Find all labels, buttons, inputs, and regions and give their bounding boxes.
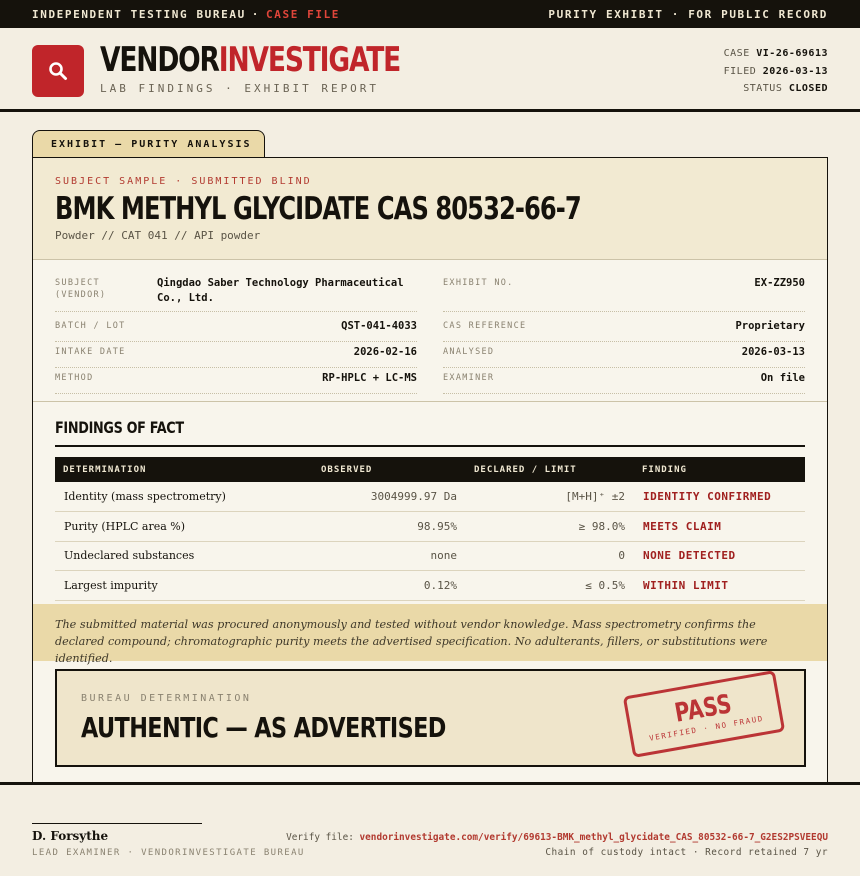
meta-cas-reference: CAS REFERENCE Proprietary (443, 316, 805, 342)
findings-title: FINDINGS OF FACT (55, 418, 184, 437)
case-file-label: CASE FILE (266, 7, 341, 21)
tagline: LAB FINDINGS · EXHIBIT REPORT (100, 82, 380, 95)
column-header: FINDING (634, 457, 805, 482)
meta-value: EX-ZZ950 (754, 277, 805, 289)
meta-key: ANALYSED (443, 347, 495, 357)
table-row: Identity (mass spectrometry) 3004999.97 … (55, 482, 805, 512)
determination-cell: Purity (HPLC area %) (55, 511, 313, 542)
logo[interactable] (32, 45, 84, 97)
product-subline: Powder // CAT 041 // API powder (55, 229, 261, 242)
observed-cell: 3004999.97 Da (313, 482, 466, 512)
verify-link[interactable]: vendorinvestigate.com/verify/69613-BMK_m… (360, 832, 828, 843)
table-row: Undeclared substances none 0 NONE DETECT… (55, 541, 805, 571)
bureau-label: INDEPENDENT TESTING BUREAU (32, 7, 246, 21)
limit-cell: ≥ 98.0% (466, 511, 634, 542)
findings-divider (55, 445, 805, 447)
meta-value: 2026-02-16 (353, 346, 417, 358)
meta-intake: INTAKE DATE 2026-02-16 (55, 342, 417, 368)
meta-value: QST-041-4033 (341, 320, 417, 332)
meta-value: Proprietary (735, 320, 805, 332)
verify-label: Verify file: (286, 832, 354, 843)
verdict-kicker: BUREAU DETERMINATION (81, 693, 252, 704)
examiner-role: LEAD EXAMINER · VENDORINVESTIGATE BUREAU (32, 848, 305, 858)
observed-cell: 98.95% (313, 511, 466, 542)
custody-note: Chain of custody intact · Record retaine… (545, 847, 828, 858)
status-label: STATUS (743, 83, 783, 94)
masthead: VENDORINVESTIGATE LAB FINDINGS · EXHIBIT… (0, 28, 860, 112)
meta-key: INTAKE DATE (55, 347, 126, 357)
limit-cell: [M+H]⁺ ±2 (466, 482, 634, 512)
determination-cell: Largest impurity (55, 570, 313, 601)
filed-label: FILED (723, 65, 757, 77)
meta-analysed: ANALYSED 2026-03-13 (443, 342, 805, 368)
status-badge: CLOSED (788, 83, 828, 94)
meta-key: EXHIBIT NO. (443, 278, 514, 288)
meta-key: CAS REFERENCE (443, 321, 527, 331)
pass-stamp: PASS VERIFIED · NO FRAUD (622, 670, 786, 758)
findings-table: DETERMINATION OBSERVED DECLARED / LIMIT … (55, 457, 805, 601)
subject-header: SUBJECT SAMPLE · SUBMITTED BLIND BMK MET… (33, 158, 827, 260)
examiner-name: D. Forsythe (32, 829, 109, 843)
verify-line: Verify file: vendorinvestigate.com/verif… (286, 832, 828, 843)
verdict-title: AUTHENTIC — AS ADVERTISED (81, 711, 446, 744)
top-bar-left: INDEPENDENT TESTING BUREAU · CASE FILE (32, 8, 340, 21)
table-header-row: DETERMINATION OBSERVED DECLARED / LIMIT … (55, 457, 805, 482)
top-bar-right: PURITY EXHIBIT · FOR PUBLIC RECORD (548, 7, 828, 21)
brand-part-vendor: VENDOR (100, 40, 220, 80)
signature-line (32, 823, 202, 824)
brand-wordmark: VENDORINVESTIGATE (100, 38, 402, 82)
column-header: OBSERVED (313, 457, 466, 482)
top-bar: INDEPENDENT TESTING BUREAU · CASE FILE PUR… (0, 0, 860, 28)
table-row: Purity (HPLC area %) 98.95% ≥ 98.0% MEET… (55, 511, 805, 542)
filed-line: FILED 2026-03-13 (724, 63, 828, 81)
column-header: DECLARED / LIMIT (466, 457, 634, 482)
column-header: DETERMINATION (55, 457, 313, 482)
observed-cell: 0.12% (313, 570, 466, 601)
case-line: CASE VI-26-69613 (724, 45, 828, 63)
subject-kicker: SUBJECT SAMPLE · SUBMITTED BLIND (55, 176, 312, 187)
verdict-box: BUREAU DETERMINATION AUTHENTIC — AS ADVE… (55, 669, 806, 767)
meta-key: BATCH / LOT (55, 321, 126, 331)
meta-value: On file (760, 372, 805, 384)
meta-key: SUBJECT (VENDOR) (55, 278, 107, 300)
case-metadata: CASE VI-26-69613 FILED 2026-03-13 STATUS… (724, 45, 828, 98)
finding-cell: WITHIN LIMIT (634, 570, 805, 601)
magnifier-icon (49, 62, 67, 80)
product-title: BMK METHYL GLYCIDATE CAS 80532-66-7 (55, 191, 582, 227)
limit-cell: 0 (466, 541, 634, 571)
meta-batch: BATCH / LOT QST-041-4033 (55, 316, 417, 342)
meta-value: 2026-03-13 (741, 346, 805, 358)
meta-key: METHOD (55, 373, 94, 383)
meta-exhibit-no: EXHIBIT NO. EX-ZZ950 (443, 273, 805, 312)
exhibit-tab[interactable]: EXHIBIT — PURITY ANALYSIS (32, 130, 265, 158)
finding-cell: NONE DETECTED (634, 541, 805, 571)
top-bar-separator: · (251, 7, 261, 21)
footer-divider (0, 782, 860, 785)
status-line: STATUS CLOSED (724, 80, 828, 98)
exhibit-panel: SUBJECT SAMPLE · SUBMITTED BLIND BMK MET… (32, 157, 828, 783)
brand-part-investigate: INVESTIGATE (218, 40, 402, 80)
limit-cell: ≤ 0.5% (466, 570, 634, 601)
determination-cell: Identity (mass spectrometry) (55, 482, 313, 512)
case-label: CASE (723, 48, 750, 59)
metadata-grid: SUBJECT (VENDOR) Qingdao Saber Technolog… (33, 260, 827, 402)
case-number: VI-26-69613 (756, 48, 828, 59)
meta-method: METHOD RP-HPLC + LC-MS (55, 368, 417, 394)
meta-key: EXAMINER (443, 373, 495, 383)
meta-value: Qingdao Saber Technology Pharmaceutical … (157, 277, 404, 304)
filed-date: 2026-03-13 (762, 65, 828, 77)
meta-subject: SUBJECT (VENDOR) Qingdao Saber Technolog… (55, 273, 417, 312)
finding-cell: MEETS CLAIM (634, 511, 805, 542)
observed-cell: none (313, 541, 466, 571)
narrative-summary: The submitted material was procured anon… (33, 604, 827, 665)
meta-value: RP-HPLC + LC-MS (322, 372, 417, 384)
table-row: Largest impurity 0.12% ≤ 0.5% WITHIN LIM… (55, 570, 805, 601)
determination-cell: Undeclared substances (55, 541, 313, 571)
meta-examiner: EXAMINER On file (443, 368, 805, 394)
finding-cell: IDENTITY CONFIRMED (634, 482, 805, 512)
